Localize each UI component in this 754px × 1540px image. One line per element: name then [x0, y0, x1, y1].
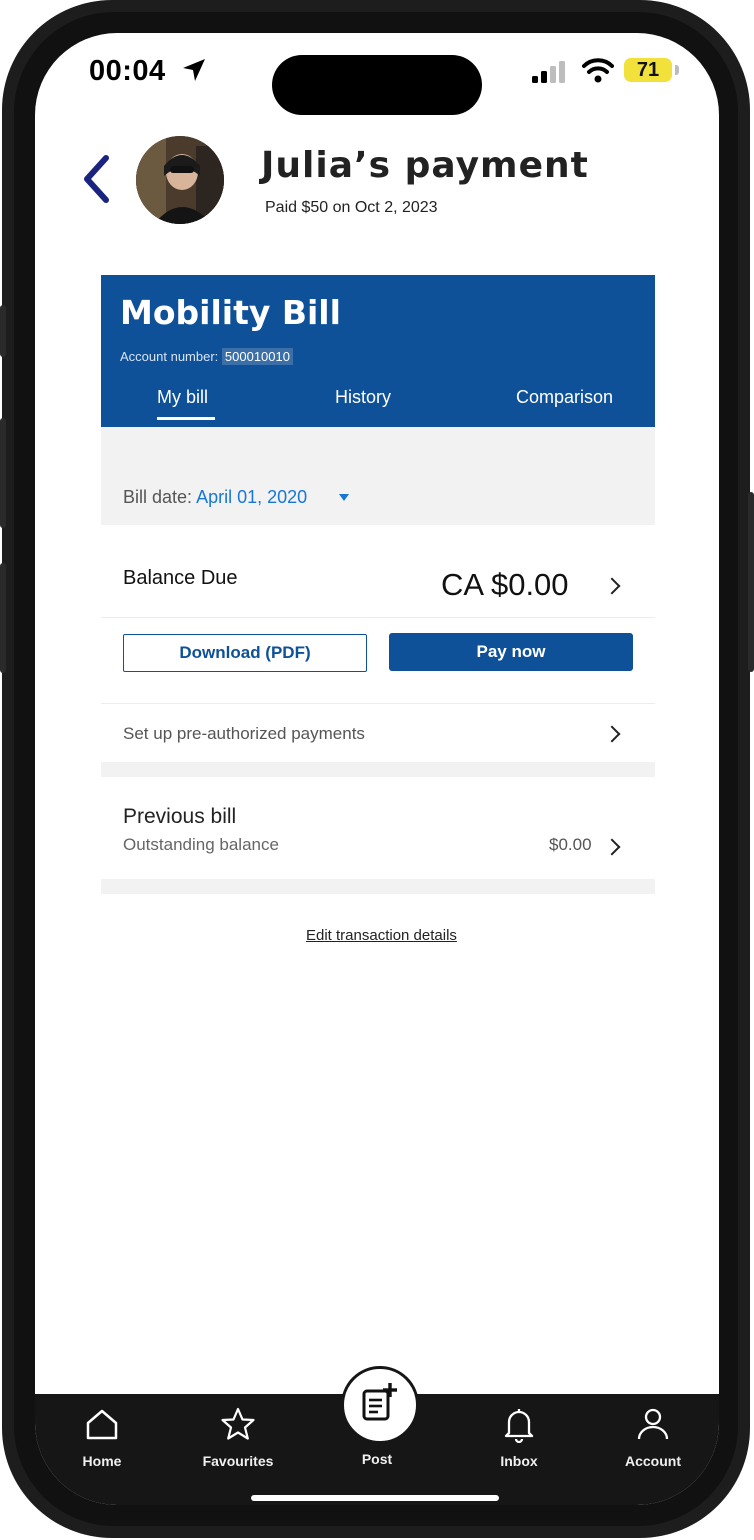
- pre-authorized-payments-row[interactable]: Set up pre-authorized payments: [101, 703, 655, 762]
- location-arrow-icon: [183, 59, 205, 81]
- status-time: 00:04: [89, 55, 166, 87]
- account-number: Account number: 500010010: [120, 348, 293, 365]
- balance-due-label: Balance Due: [123, 567, 238, 589]
- pre-authorized-payments-label: Set up pre-authorized payments: [123, 724, 365, 743]
- active-tab-indicator: [157, 417, 215, 420]
- battery-tip: [675, 65, 679, 75]
- nav-account-label: Account: [625, 1453, 681, 1469]
- dynamic-island: [272, 55, 482, 115]
- chevron-right-icon: [603, 577, 621, 595]
- cellular-signal-icon: [532, 61, 565, 83]
- bill-date-label: Bill date:: [123, 487, 193, 507]
- outstanding-balance-label: Outstanding balance: [123, 835, 279, 854]
- section-divider: [101, 879, 655, 894]
- bill-date-value[interactable]: April 01, 2020: [196, 487, 307, 507]
- post-icon: [362, 1383, 397, 1421]
- tab-comparison[interactable]: Comparison: [516, 387, 613, 408]
- chevron-right-icon: [603, 725, 621, 743]
- post-button[interactable]: [341, 1366, 419, 1444]
- bill-title: Mobility Bill: [120, 293, 341, 332]
- caret-down-icon[interactable]: [339, 494, 349, 501]
- section-divider: [101, 762, 655, 777]
- account-number-value: 500010010: [221, 348, 293, 365]
- payment-subtitle: Paid $50 on Oct 2, 2023: [265, 199, 438, 216]
- home-icon: [86, 1409, 118, 1440]
- side-button-volume-up: [0, 418, 6, 528]
- nav-post-label[interactable]: Post: [341, 1451, 413, 1467]
- nav-inbox[interactable]: Inbox: [469, 1405, 569, 1473]
- account-number-label: Account number:: [120, 349, 219, 364]
- chevron-right-icon: [603, 838, 621, 856]
- previous-bill-title: Previous bill: [123, 805, 237, 828]
- side-button-silent: [0, 305, 6, 357]
- bill-date-band: Bill date: April 01, 2020: [101, 427, 655, 525]
- nav-inbox-label: Inbox: [500, 1453, 538, 1469]
- balance-due-value: CA $0.00: [441, 567, 569, 602]
- balance-due-row[interactable]: Balance Due CA $0.00: [101, 525, 655, 618]
- screen: 00:04 71 Julia’s payment Paid $50 on Oct…: [35, 33, 719, 1505]
- bell-icon: [504, 1409, 534, 1443]
- edit-transaction-details-link[interactable]: Edit transaction details: [306, 927, 457, 944]
- download-pdf-button[interactable]: Download (PDF): [123, 634, 367, 672]
- person-icon: [637, 1408, 669, 1440]
- nav-favourites[interactable]: Favourites: [188, 1405, 288, 1473]
- previous-bill-row[interactable]: Previous bill Outstanding balance $0.00: [101, 777, 655, 879]
- side-button-power: [748, 492, 754, 672]
- avatar[interactable]: [136, 136, 224, 224]
- tab-my-bill[interactable]: My bill: [157, 387, 208, 408]
- battery-indicator: 71: [624, 58, 672, 82]
- tab-history[interactable]: History: [335, 387, 391, 408]
- side-button-volume-down: [0, 563, 6, 673]
- home-indicator[interactable]: [251, 1495, 499, 1501]
- page-title: Julia’s payment: [261, 145, 589, 186]
- bill-card-header: Mobility Bill Account number: 500010010 …: [101, 275, 655, 427]
- star-icon: [221, 1407, 255, 1440]
- nav-favourites-label: Favourites: [202, 1453, 274, 1469]
- pay-now-button[interactable]: Pay now: [389, 633, 633, 671]
- bill-date-selector[interactable]: Bill date: April 01, 2020: [123, 487, 307, 508]
- nav-account[interactable]: Account: [603, 1405, 703, 1473]
- nav-home-label: Home: [82, 1453, 122, 1469]
- chevron-left-icon[interactable]: [79, 153, 113, 205]
- avatar-photo: [136, 136, 224, 224]
- nav-home[interactable]: Home: [52, 1405, 152, 1473]
- wifi-icon: [582, 58, 614, 83]
- outstanding-balance-value: $0.00: [549, 835, 592, 854]
